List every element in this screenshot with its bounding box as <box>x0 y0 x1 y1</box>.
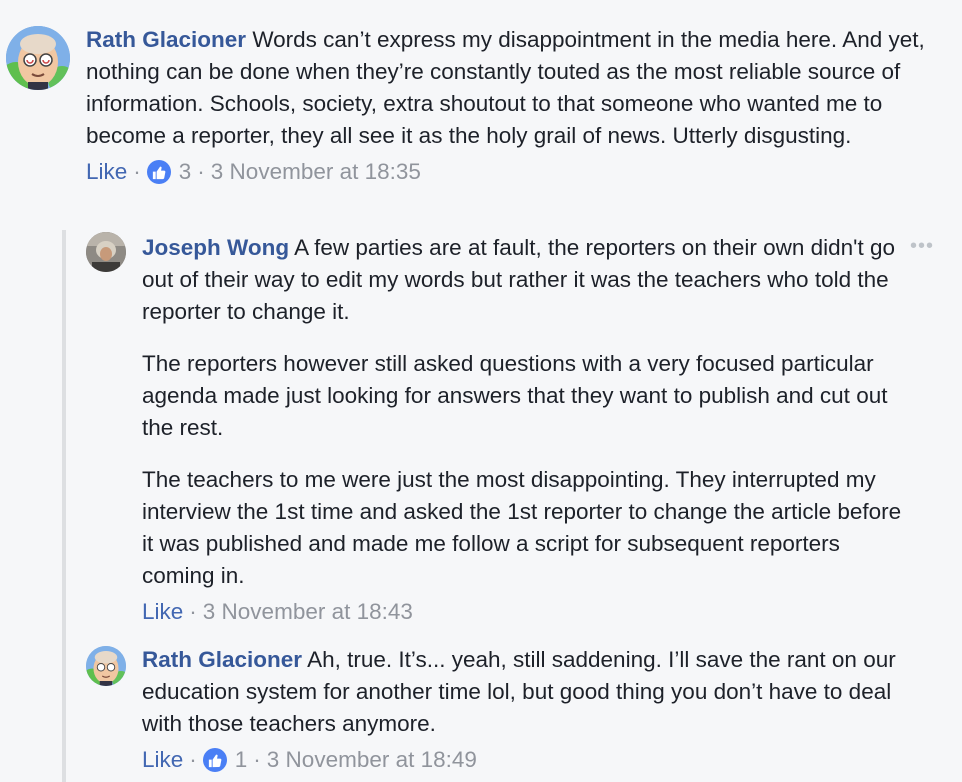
reply: Joseph Wong A few parties are at fault, … <box>142 232 902 628</box>
reaction-count[interactable]: 1 <box>235 744 248 776</box>
rath-avatar-icon <box>86 646 126 686</box>
reply-paragraph: Joseph Wong A few parties are at fault, … <box>142 232 902 328</box>
joseph-avatar-icon <box>86 232 126 272</box>
avatar[interactable] <box>86 646 126 686</box>
like-button[interactable]: Like <box>142 596 183 628</box>
like-button[interactable]: Like <box>86 156 127 188</box>
reply-paragraph: The reporters however still asked questi… <box>142 351 888 440</box>
comment: Rath Glacioner Words can’t express my di… <box>86 24 936 188</box>
reply-actions: Like · 3 November at 18:43 <box>142 596 902 628</box>
separator: · <box>253 747 261 772</box>
reply-timestamp[interactable]: 3 November at 18:49 <box>267 744 477 776</box>
separator: · <box>133 159 141 184</box>
avatar[interactable] <box>6 26 70 90</box>
like-reaction-icon[interactable] <box>146 160 171 184</box>
separator: · <box>197 159 205 184</box>
reply-text: Joseph Wong A few parties are at fault, … <box>142 232 902 592</box>
comment-timestamp[interactable]: 3 November at 18:35 <box>211 156 421 188</box>
like-button[interactable]: Like <box>142 744 183 776</box>
comment-author[interactable]: Rath Glacioner <box>86 27 246 52</box>
rath-avatar-icon <box>6 26 70 90</box>
thread-line <box>62 230 66 782</box>
reply-timestamp[interactable]: 3 November at 18:43 <box>203 596 413 628</box>
more-options-icon[interactable]: ••• <box>910 236 934 256</box>
reply-text: Rath Glacioner Ah, true. It’s... yeah, s… <box>142 644 922 740</box>
reply-paragraph: The teachers to me were just the most di… <box>142 467 902 588</box>
like-reaction-icon[interactable] <box>202 748 227 772</box>
comment-actions: Like · 3 · 3 November at 18:35 <box>86 156 936 188</box>
reply-author[interactable]: Joseph Wong <box>142 235 289 260</box>
reaction-count[interactable]: 3 <box>179 156 192 188</box>
avatar[interactable] <box>86 232 126 272</box>
reply-actions: Like · 1 · 3 November at 18:49 <box>142 744 922 776</box>
reply: Rath Glacioner Ah, true. It’s... yeah, s… <box>142 644 922 776</box>
separator: · <box>189 747 197 772</box>
separator: · <box>189 599 197 624</box>
reply-author[interactable]: Rath Glacioner <box>142 647 302 672</box>
comment-text: Rath Glacioner Words can’t express my di… <box>86 24 936 152</box>
